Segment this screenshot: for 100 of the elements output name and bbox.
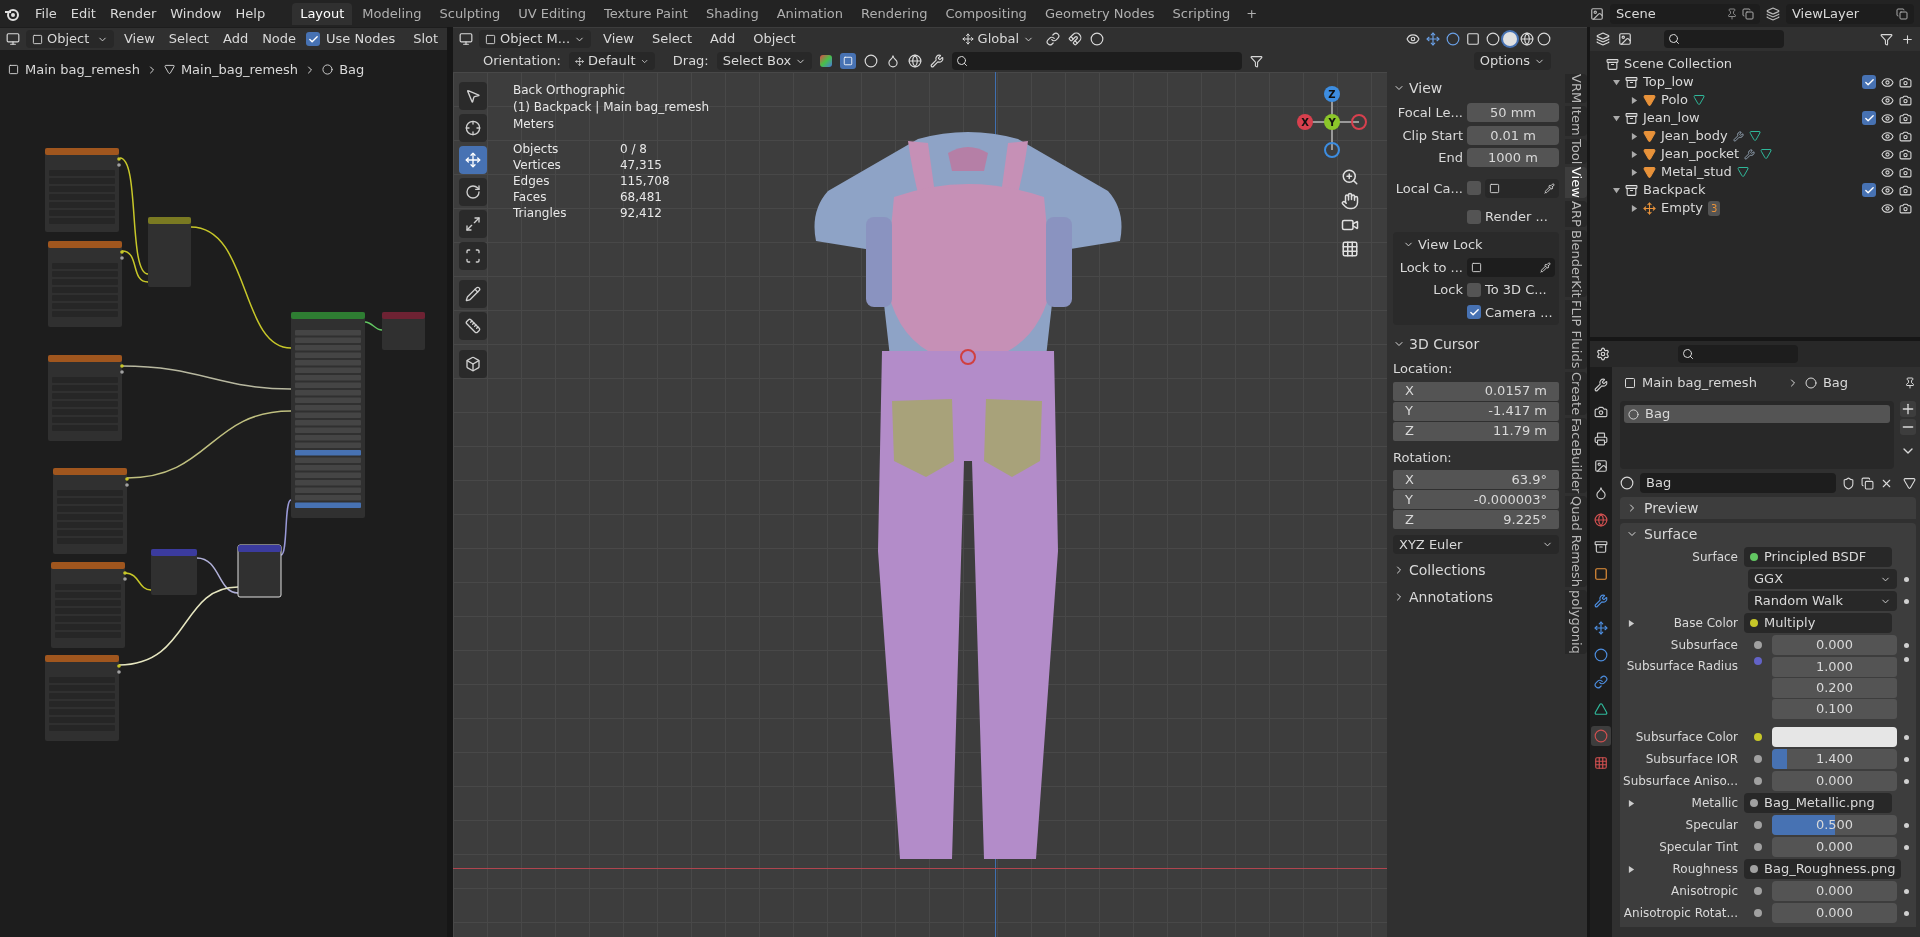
workspace-tab[interactable]: Layout [292, 2, 353, 25]
node-link[interactable] [121, 250, 149, 283]
move-icon[interactable] [459, 146, 487, 174]
editor-type-icon[interactable] [6, 32, 20, 46]
number-field[interactable]: 0.000 [1772, 635, 1897, 655]
render-icon[interactable] [1899, 93, 1912, 107]
link-field[interactable]: Principled BSDF [1744, 547, 1892, 567]
node-link[interactable] [119, 157, 149, 275]
visibility-icon[interactable] [1881, 183, 1894, 197]
sidebar-tab[interactable]: BlenderKit [1565, 229, 1587, 298]
outliner-item[interactable]: Scene Collection [1624, 54, 1733, 74]
object-field[interactable] [1485, 178, 1559, 198]
add-slot-icon[interactable] [1900, 401, 1916, 417]
collapsed-arrow-icon[interactable] [1628, 619, 1635, 627]
render-icon[interactable] [1899, 147, 1912, 161]
mode-color-icon[interactable] [820, 55, 833, 67]
material-icon[interactable] [1620, 476, 1634, 490]
globe-icon[interactable] [908, 54, 923, 68]
node-link[interactable] [121, 365, 292, 390]
visibility-icon[interactable] [1881, 147, 1894, 161]
workspace-tab[interactable]: Modeling [354, 2, 430, 25]
node-link[interactable] [190, 226, 292, 349]
vector-field[interactable]: Z 9.225° [1393, 510, 1559, 529]
filter-icon[interactable] [1250, 54, 1264, 68]
render-icon[interactable] [1899, 129, 1912, 143]
add-workspace-button[interactable]: + [1240, 3, 1264, 24]
sidebar-tab[interactable]: FaceBuilder [1565, 417, 1587, 494]
checkbox[interactable] [1467, 282, 1481, 297]
material-slot[interactable]: Bag [1624, 405, 1890, 423]
mode-dropdown[interactable]: Object M... [479, 30, 592, 48]
link-field[interactable]: Bag_Metallic.png [1744, 793, 1892, 813]
menu-item[interactable]: Window [163, 3, 229, 24]
collapsed-arrow-icon[interactable] [1631, 168, 1638, 176]
menu-item[interactable]: Render [102, 3, 164, 24]
cursor-icon[interactable] [459, 114, 487, 142]
workspace-tab[interactable]: Geometry Nodes [1036, 2, 1163, 25]
render-icon[interactable] [1899, 111, 1912, 125]
collapsed-arrow-icon[interactable] [1631, 132, 1638, 140]
menu-item[interactable]: View [597, 29, 640, 49]
subpanel-title[interactable]: View Lock [1418, 234, 1483, 255]
vector-field[interactable]: X 63.9° [1393, 470, 1559, 489]
visibility-icon[interactable] [1881, 93, 1894, 107]
fake-user-icon[interactable] [1842, 476, 1855, 490]
menu-item[interactable]: File [28, 3, 64, 24]
breadcrumb-item[interactable]: Main_bag_remesh [180, 60, 299, 80]
x-ray-icon[interactable] [1466, 32, 1480, 46]
panel-title[interactable]: View [1409, 77, 1443, 99]
output-node[interactable] [382, 312, 425, 350]
visibility-icon[interactable] [1881, 201, 1894, 215]
render-icon[interactable] [1899, 201, 1912, 215]
snap-icon[interactable] [1068, 32, 1083, 46]
render-icon[interactable] [1899, 183, 1912, 197]
number-field[interactable]: 0.000 [1772, 881, 1897, 901]
view-layer-icon[interactable] [1766, 6, 1780, 21]
enum-dropdown[interactable]: Random Walk [1748, 591, 1897, 611]
workspace-tab[interactable]: Shading [697, 2, 767, 25]
menu-item[interactable]: View [120, 29, 159, 49]
outliner-item[interactable]: Jean_pocket [1661, 144, 1740, 164]
node-link[interactable] [126, 410, 292, 479]
sidebar-tab[interactable]: Create [1565, 371, 1587, 415]
checkbox[interactable] [1467, 305, 1481, 320]
remove-slot-icon[interactable] [1900, 419, 1916, 435]
number-field[interactable]: 50 mm [1467, 103, 1559, 123]
slot-dropdown[interactable]: Slot [413, 29, 439, 49]
panel-title[interactable]: Collections [1409, 559, 1486, 581]
outliner-item[interactable]: Empty [1661, 198, 1703, 218]
search-field[interactable] [1664, 30, 1784, 48]
checkbox[interactable] [1467, 209, 1481, 224]
eyedropper-icon[interactable] [1540, 261, 1551, 273]
panel-header[interactable]: Surface [1620, 523, 1916, 545]
node-link[interactable] [280, 499, 292, 556]
material-name-field[interactable]: Bag [1640, 473, 1836, 493]
vector-field[interactable]: Z 11.79 m [1393, 421, 1559, 441]
axis-label[interactable]: X [1297, 114, 1313, 130]
number-field[interactable]: 0.000 [1772, 771, 1897, 791]
link-mode-icon[interactable] [1903, 476, 1916, 490]
node-link[interactable] [196, 557, 239, 594]
object-field[interactable] [1467, 257, 1555, 277]
pin-icon[interactable] [1726, 7, 1738, 20]
number-field[interactable]: 0.200 [1772, 678, 1897, 698]
workspace-tab[interactable]: Rendering [853, 2, 936, 25]
rotation-mode-dropdown[interactable]: XYZ Euler [1393, 535, 1559, 554]
axis-label[interactable]: Y [1324, 114, 1340, 130]
breadcrumb-item[interactable]: Bag [1822, 373, 1848, 393]
filter-icon[interactable] [1880, 32, 1893, 46]
menu-item[interactable]: Select [645, 29, 699, 49]
enum-dropdown[interactable]: GGX [1748, 569, 1897, 589]
search-field[interactable] [1678, 345, 1798, 363]
menu-item[interactable]: Object [747, 29, 802, 49]
menu-item[interactable]: Help [228, 3, 273, 24]
exclude-checkbox[interactable] [1862, 75, 1876, 89]
number-field[interactable]: 1.000 [1772, 657, 1897, 677]
orientation-dropdown[interactable]: Default [568, 52, 655, 70]
link-field[interactable]: Bag_Roughness.png [1744, 859, 1902, 879]
outliner-item[interactable]: Jean_body [1661, 126, 1728, 146]
color-swatch[interactable] [1772, 727, 1897, 747]
display-mode-icon[interactable] [1596, 32, 1610, 46]
workspace-tab[interactable]: UV Editing [510, 2, 594, 25]
node-link[interactable] [364, 321, 383, 331]
visibility-icon[interactable] [1881, 165, 1894, 179]
